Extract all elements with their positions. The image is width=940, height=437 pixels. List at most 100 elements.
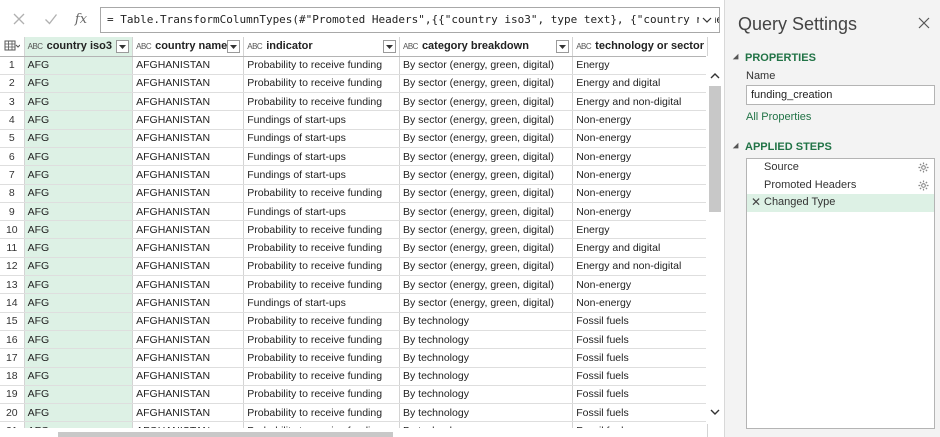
- table-row[interactable]: 3 AFG AFGHANISTAN Probability to receive fu…: [0, 92, 708, 112]
- cell-country-name[interactable]: AFGHANISTAN: [132, 385, 245, 405]
- close-icon[interactable]: [8, 8, 30, 30]
- cell-technology-or-sector[interactable]: Non-energy: [572, 202, 708, 222]
- horizontal-scrollbar[interactable]: [0, 428, 706, 437]
- table-row[interactable]: 2 AFG AFGHANISTAN Probability to receive fu…: [0, 74, 708, 94]
- cell-country-name[interactable]: AFGHANISTAN: [132, 220, 245, 240]
- cell-country-name[interactable]: AFGHANISTAN: [132, 184, 245, 203]
- row-number[interactable]: 5: [0, 129, 25, 148]
- cell-country-iso3[interactable]: AFG: [24, 74, 134, 94]
- cell-country-iso3[interactable]: AFG: [24, 202, 134, 222]
- cell-technology-or-sector[interactable]: Fossil fuels: [572, 403, 708, 423]
- delete-step-icon[interactable]: ✕: [751, 194, 761, 212]
- text-type-icon[interactable]: ABC: [136, 42, 151, 51]
- table-icon[interactable]: [0, 37, 23, 55]
- row-number[interactable]: 17: [0, 348, 25, 368]
- row-number[interactable]: 15: [0, 312, 25, 331]
- cell-country-iso3[interactable]: AFG: [24, 92, 134, 112]
- cell-indicator[interactable]: Fundings of start-ups: [243, 110, 400, 130]
- row-number[interactable]: 13: [0, 275, 25, 295]
- table-row[interactable]: 17 AFG AFGHANISTAN Probability to receive f…: [0, 348, 708, 368]
- properties-section-header[interactable]: PROPERTIES: [732, 52, 816, 64]
- cell-country-name[interactable]: AFGHANISTAN: [132, 56, 245, 75]
- cell-technology-or-sector[interactable]: Fossil fuels: [572, 367, 708, 386]
- cell-country-iso3[interactable]: AFG: [24, 348, 134, 368]
- row-number[interactable]: 20: [0, 403, 25, 423]
- cell-technology-or-sector[interactable]: Fossil fuels: [572, 348, 708, 368]
- cell-technology-or-sector[interactable]: Non-energy: [572, 293, 708, 313]
- cell-indicator[interactable]: Probability to receive funding: [243, 238, 400, 258]
- formula-input[interactable]: = Table.TransformColumnTypes(#"Promoted …: [100, 7, 720, 33]
- filter-dropdown-icon[interactable]: [382, 40, 396, 53]
- text-type-icon[interactable]: ABC: [28, 42, 43, 51]
- column-header-country-name[interactable]: ABC country name: [132, 37, 245, 57]
- cell-category-breakdown[interactable]: By technology: [399, 367, 574, 386]
- cell-indicator[interactable]: Probability to receive funding: [243, 348, 400, 368]
- applied-step-changed-type[interactable]: ✕ Changed Type: [747, 194, 934, 212]
- cell-indicator[interactable]: Probability to receive funding: [243, 92, 400, 112]
- table-row[interactable]: 15 AFG AFGHANISTAN Probability to receive f…: [0, 312, 708, 331]
- cell-country-name[interactable]: AFGHANISTAN: [132, 74, 245, 94]
- table-row[interactable]: 19 AFG AFGHANISTAN Probability to receive f…: [0, 385, 708, 405]
- table-row[interactable]: 7 AFG AFGHANISTAN Fundings of start-ups By s…: [0, 165, 708, 185]
- cell-country-name[interactable]: AFGHANISTAN: [132, 92, 245, 112]
- column-header-country-iso3[interactable]: ABC country iso3: [24, 37, 134, 57]
- cell-country-iso3[interactable]: AFG: [24, 385, 134, 405]
- cell-technology-or-sector[interactable]: Energy and non-digital: [572, 257, 708, 277]
- cell-category-breakdown[interactable]: By sector (energy, green, digital): [399, 238, 574, 258]
- cell-indicator[interactable]: Fundings of start-ups: [243, 202, 400, 222]
- cell-category-breakdown[interactable]: By technology: [399, 312, 574, 331]
- cell-category-breakdown[interactable]: By technology: [399, 403, 574, 423]
- cell-country-name[interactable]: AFGHANISTAN: [132, 238, 245, 258]
- row-number[interactable]: 19: [0, 385, 25, 405]
- cell-category-breakdown[interactable]: By sector (energy, green, digital): [399, 147, 574, 167]
- cell-indicator[interactable]: Fundings of start-ups: [243, 147, 400, 167]
- cell-technology-or-sector[interactable]: Non-energy: [572, 147, 708, 167]
- cell-country-name[interactable]: AFGHANISTAN: [132, 367, 245, 386]
- cell-category-breakdown[interactable]: By sector (energy, green, digital): [399, 220, 574, 240]
- cell-technology-or-sector[interactable]: Energy and digital: [572, 74, 708, 94]
- cell-country-iso3[interactable]: AFG: [24, 184, 134, 203]
- cell-country-iso3[interactable]: AFG: [24, 220, 134, 240]
- cell-technology-or-sector[interactable]: Fossil fuels: [572, 385, 708, 405]
- row-number[interactable]: 6: [0, 147, 25, 167]
- cell-country-iso3[interactable]: AFG: [24, 129, 134, 148]
- table-row[interactable]: 1 AFG AFGHANISTAN Probability to receive fu…: [0, 56, 708, 75]
- cell-technology-or-sector[interactable]: Non-energy: [572, 275, 708, 295]
- cell-indicator[interactable]: Probability to receive funding: [243, 403, 400, 423]
- cell-category-breakdown[interactable]: By technology: [399, 330, 574, 350]
- row-number[interactable]: 1: [0, 56, 25, 75]
- table-row[interactable]: 11 AFG AFGHANISTAN Probability to receive f…: [0, 238, 708, 258]
- table-row[interactable]: 12 AFG AFGHANISTAN Probability to receive f…: [0, 257, 708, 277]
- row-number[interactable]: 16: [0, 330, 25, 350]
- fx-icon[interactable]: fx: [70, 8, 92, 30]
- cell-category-breakdown[interactable]: By sector (energy, green, digital): [399, 275, 574, 295]
- cell-category-breakdown[interactable]: By technology: [399, 385, 574, 405]
- cell-country-name[interactable]: AFGHANISTAN: [132, 147, 245, 167]
- filter-dropdown-icon[interactable]: [227, 40, 241, 53]
- cell-category-breakdown[interactable]: By sector (energy, green, digital): [399, 110, 574, 130]
- chevron-down-icon[interactable]: [699, 8, 715, 32]
- cell-indicator[interactable]: Probability to receive funding: [243, 275, 400, 295]
- table-row[interactable]: 20 AFG AFGHANISTAN Probability to receive f…: [0, 403, 708, 423]
- cell-indicator[interactable]: Probability to receive funding: [243, 330, 400, 350]
- cell-indicator[interactable]: Probability to receive funding: [243, 257, 400, 277]
- cell-category-breakdown[interactable]: By sector (energy, green, digital): [399, 74, 574, 94]
- table-row[interactable]: 10 AFG AFGHANISTAN Probability to receive f…: [0, 220, 708, 240]
- cell-country-name[interactable]: AFGHANISTAN: [132, 293, 245, 313]
- cell-country-name[interactable]: AFGHANISTAN: [132, 403, 245, 423]
- cell-country-name[interactable]: AFGHANISTAN: [132, 275, 245, 295]
- column-header-technology-or-sector[interactable]: ABC technology or sector: [572, 37, 708, 57]
- cell-technology-or-sector[interactable]: Energy and non-digital: [572, 92, 708, 112]
- table-row[interactable]: 5 AFG AFGHANISTAN Fundings of start-ups By s…: [0, 129, 708, 148]
- cell-country-iso3[interactable]: AFG: [24, 165, 134, 185]
- cell-country-iso3[interactable]: AFG: [24, 56, 134, 75]
- cell-indicator[interactable]: Fundings of start-ups: [243, 293, 400, 313]
- cell-technology-or-sector[interactable]: Non-energy: [572, 110, 708, 130]
- table-row[interactable]: 4 AFG AFGHANISTAN Fundings of start-ups By s…: [0, 110, 708, 130]
- cell-country-name[interactable]: AFGHANISTAN: [132, 110, 245, 130]
- row-number[interactable]: 4: [0, 110, 25, 130]
- cell-country-name[interactable]: AFGHANISTAN: [132, 129, 245, 148]
- table-row[interactable]: 14 AFG AFGHANISTAN Fundings of start-ups By …: [0, 293, 708, 313]
- cell-country-name[interactable]: AFGHANISTAN: [132, 165, 245, 185]
- cell-country-iso3[interactable]: AFG: [24, 312, 134, 331]
